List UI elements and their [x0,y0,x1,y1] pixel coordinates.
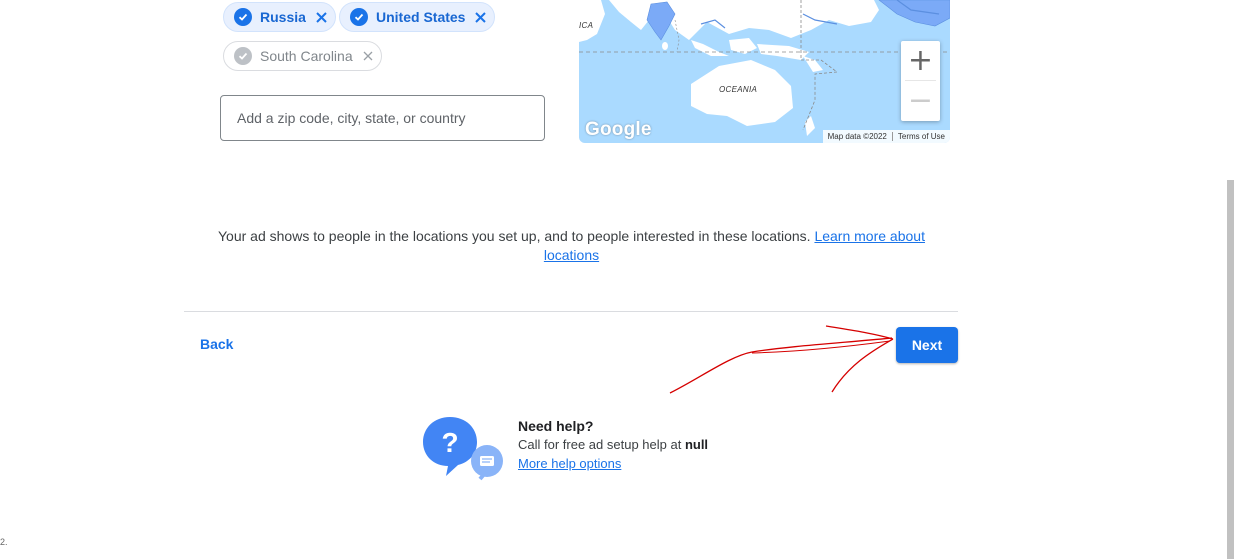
next-button[interactable]: Next [896,327,958,363]
back-button[interactable]: Back [200,336,233,352]
more-help-link[interactable]: More help options [518,456,621,471]
zoom-out-button[interactable]: − [901,81,940,120]
check-circle-icon [350,8,368,26]
map-label-africa: ICA [579,21,594,30]
check-circle-icon [234,8,252,26]
zoom-in-button[interactable]: + [901,41,940,80]
location-search-input[interactable] [220,95,545,141]
locations-info: Your ad shows to people in the locations… [200,227,943,265]
scrollbar[interactable] [1227,180,1234,559]
map-label-oceania: OCEANIA [719,85,758,94]
chip-label: United States [376,9,466,25]
map-data-text: Map data ©2022 [827,132,887,141]
map-zoom-control: + − [901,41,940,121]
page-number: 2. [0,537,8,547]
help-title: Need help? [518,418,594,434]
help-illustration: ? [423,417,503,481]
chip-label: South Carolina [260,48,353,64]
location-chip-south-carolina[interactable]: South Carolina [223,41,382,71]
section-divider [184,311,958,312]
info-text: Your ad shows to people in the locations… [218,228,815,244]
help-phone: null [684,437,709,452]
terms-link[interactable]: Terms of Use [893,132,950,141]
location-chip-united-states[interactable]: United States [339,2,496,32]
chip-label: Russia [260,9,306,25]
check-circle-icon [234,47,252,65]
location-chip-russia[interactable]: Russia [223,2,336,32]
chat-icon [480,456,494,466]
question-mark-icon: ? [441,427,458,458]
remove-icon[interactable] [475,11,487,23]
help-text-prefix: Call for free ad setup help at [518,437,685,452]
google-logo[interactable]: Google [585,119,652,141]
help-text: Call for free ad setup help at null [518,437,708,452]
remove-icon[interactable] [316,11,327,23]
remove-icon[interactable] [363,51,373,61]
location-map[interactable]: ICA OCEANIA + − Google Map data ©2022 Te… [579,0,950,143]
map-attribution: Map data ©2022 Terms of Use [822,130,950,143]
